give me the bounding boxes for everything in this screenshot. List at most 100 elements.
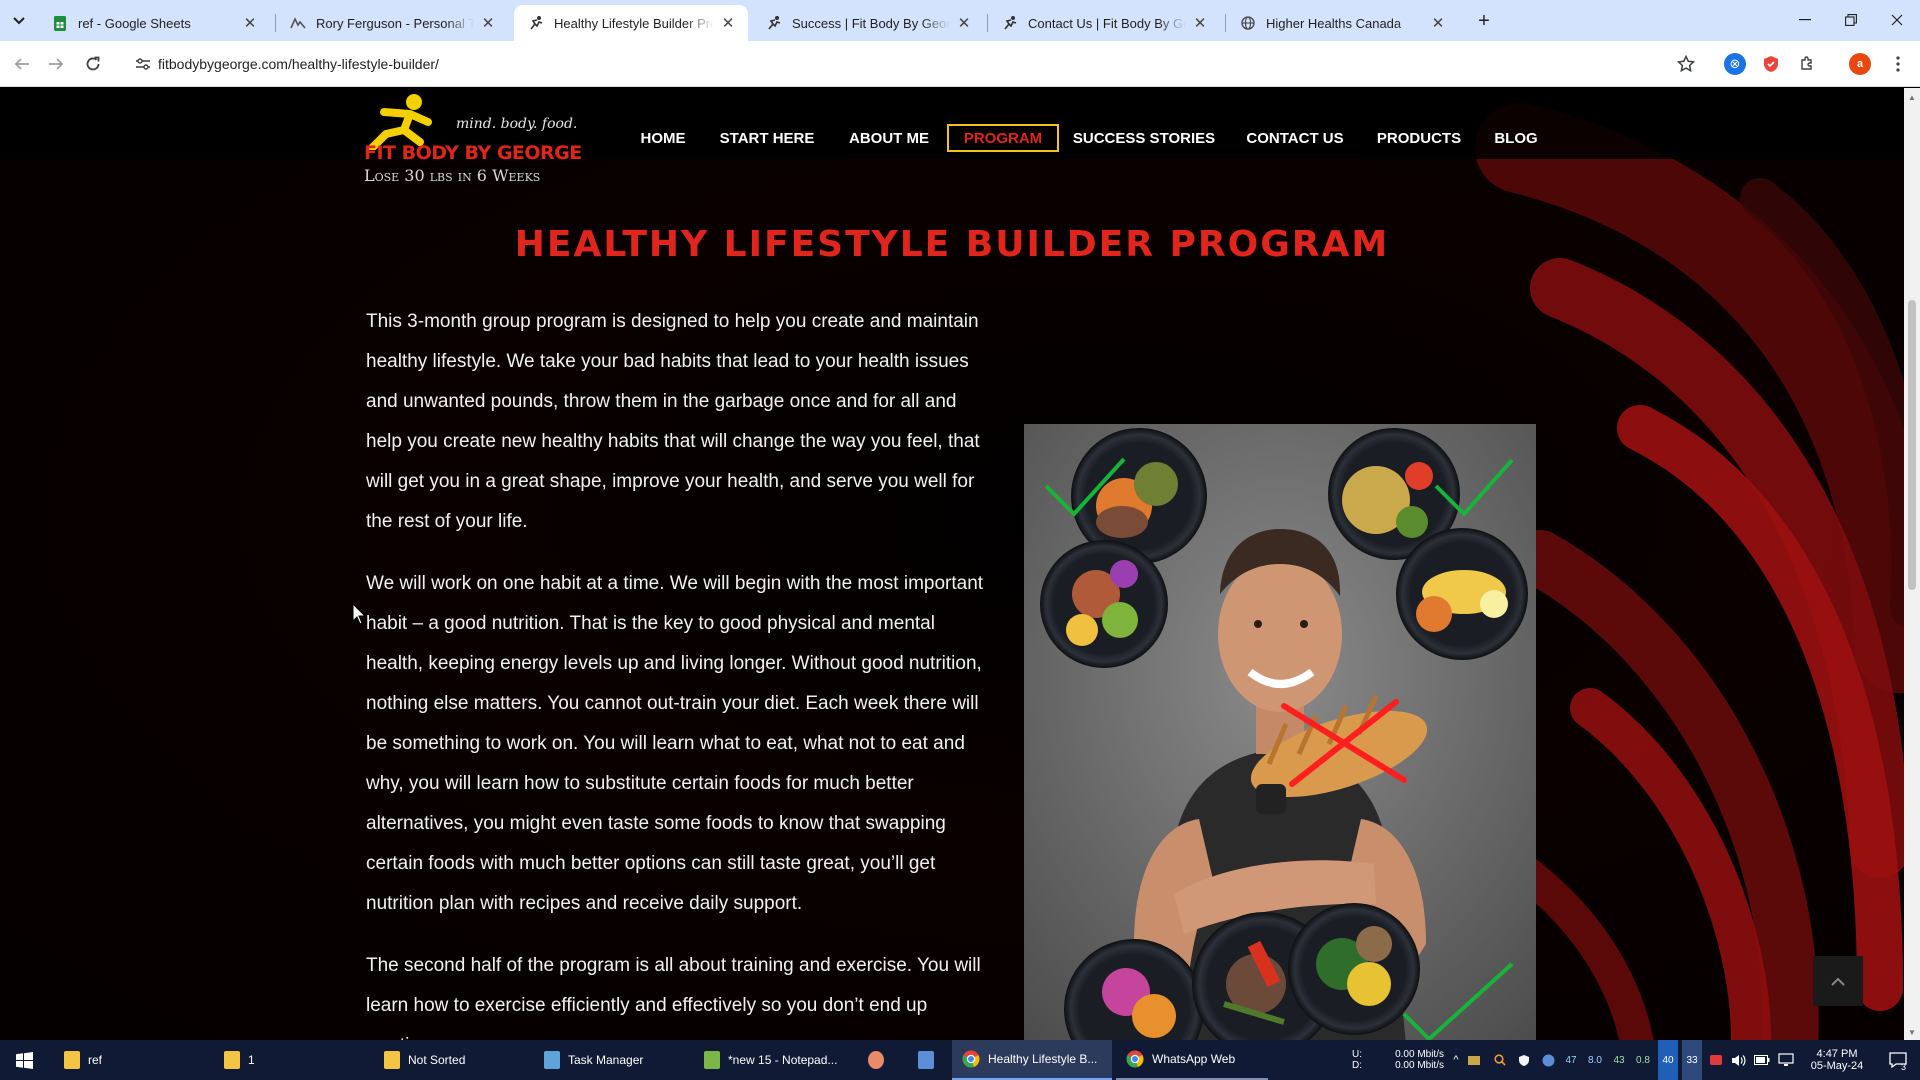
restore-button[interactable] <box>1828 2 1874 38</box>
scrollbar-thumb[interactable] <box>1908 300 1916 590</box>
net-up-label: U: <box>1352 1049 1362 1060</box>
tray-overflow-chevron-icon[interactable]: ^ <box>1448 1040 1464 1080</box>
nav-home[interactable]: HOME <box>638 124 688 152</box>
nav-products[interactable]: PRODUCTS <box>1377 124 1461 152</box>
extension-vpn-icon[interactable]: ⊗ <box>1724 53 1746 75</box>
notification-center-button[interactable]: 3 <box>1880 1040 1916 1080</box>
tray-badge-a[interactable]: 40 <box>1658 1040 1678 1080</box>
chrome-icon <box>962 1050 980 1068</box>
profile-avatar[interactable]: a <box>1849 53 1871 75</box>
fit-body-icon <box>1002 15 1018 31</box>
battery-icon[interactable] <box>1752 1040 1772 1080</box>
browser-menu-button[interactable] <box>1884 50 1912 78</box>
tab-success-fit-body[interactable]: Success | Fit Body By George | F ✕ <box>752 5 984 41</box>
start-button[interactable] <box>4 1040 44 1080</box>
tab-search-dropdown[interactable] <box>8 10 30 32</box>
tab-rory-ferguson[interactable]: Rory Ferguson - Personal Traini ✕ <box>276 5 508 41</box>
net-up-speed: 0.00 Mbit/s <box>1395 1049 1444 1060</box>
taskbar-item-notepad[interactable]: *new 15 - Notepad... <box>694 1040 854 1080</box>
tray-gpu-temp: 43 <box>1613 1054 1625 1066</box>
tray-cpu-temp: 47 <box>1565 1054 1577 1066</box>
reload-button[interactable] <box>79 50 107 78</box>
scroll-to-top-button[interactable] <box>1813 956 1863 1006</box>
extension-shield-icon[interactable] <box>1760 53 1782 75</box>
close-tab-icon[interactable]: ✕ <box>718 13 738 33</box>
paragraph-nutrition: We will work on one habit at a time. We … <box>366 573 984 914</box>
taskbar-item-whatsapp-web[interactable]: WhatsApp Web <box>1116 1040 1268 1080</box>
close-window-button[interactable] <box>1874 2 1920 38</box>
network-icon[interactable] <box>1776 1040 1796 1080</box>
taskbar-item-label: ref <box>88 1053 103 1067</box>
chrome-icon <box>1126 1050 1144 1068</box>
tray-security-icon[interactable] <box>1706 1040 1726 1080</box>
restore-icon <box>1845 14 1857 26</box>
chevron-up-icon <box>1831 977 1845 986</box>
reload-icon <box>86 56 100 71</box>
folder-icon <box>224 1051 240 1069</box>
tab-title: ref - Google Sheets <box>78 15 191 31</box>
taskbar-item-task-manager[interactable]: Task Manager <box>534 1040 694 1080</box>
close-tab-icon[interactable]: ✕ <box>954 13 974 33</box>
chevron-down-icon <box>13 17 25 25</box>
close-icon <box>1891 14 1903 26</box>
tray-vpn-icon[interactable] <box>1516 1040 1532 1080</box>
nav-program[interactable]: PROGRAM <box>947 124 1059 152</box>
extensions-puzzle-icon[interactable] <box>1796 53 1818 75</box>
tray-globe-icon[interactable] <box>1540 1040 1556 1080</box>
tab-contact-fit-body[interactable]: Contact Us | Fit Body By George ✕ <box>988 5 1220 41</box>
star-icon <box>1677 55 1695 73</box>
arrow-right-icon <box>49 58 64 70</box>
windows-logo-icon <box>16 1051 33 1069</box>
address-bar[interactable]: fitbodybygeorge.com/healthy-lifestyle-bu… <box>124 46 1690 82</box>
taskbar-item-app[interactable] <box>862 1040 892 1080</box>
close-tab-icon[interactable]: ✕ <box>1190 13 1210 33</box>
tray-badge-b[interactable]: 33 <box>1682 1040 1702 1080</box>
tab-title: Higher Healths Canada <box>1266 15 1402 31</box>
new-tab-button[interactable]: + <box>1470 8 1498 34</box>
taskbar-item-label: *new 15 - Notepad... <box>728 1053 838 1067</box>
fit-body-icon <box>766 15 782 31</box>
taskbar-item-label: Task Manager <box>568 1053 644 1067</box>
tray-app-icon[interactable] <box>1466 1040 1482 1080</box>
taskbar-item-document[interactable] <box>912 1040 942 1080</box>
nav-start-here[interactable]: START HERE <box>720 124 815 152</box>
bookmark-star-button[interactable] <box>1672 50 1700 78</box>
nav-about-me[interactable]: ABOUT ME <box>847 124 931 152</box>
program-hero-image <box>1024 424 1536 1040</box>
tab-higher-healths[interactable]: Higher Healths Canada ✕ <box>1226 5 1458 41</box>
taskbar-item-ref[interactable]: ref <box>54 1040 214 1080</box>
close-tab-icon[interactable]: ✕ <box>1428 13 1448 33</box>
windows-taskbar: ref 1 Not Sorted Task Manager *new 15 - … <box>0 1040 1920 1080</box>
scroll-down-arrow-icon[interactable]: ▼ <box>1904 1025 1920 1039</box>
back-button[interactable] <box>8 50 36 78</box>
site-info-icon[interactable] <box>134 55 152 73</box>
minimize-icon <box>1799 19 1811 21</box>
taskbar-item-chrome-healthy-lifestyle[interactable]: Healthy Lifestyle B... <box>952 1040 1112 1080</box>
taskbar-item-not-sorted[interactable]: Not Sorted <box>374 1040 534 1080</box>
nav-blog[interactable]: BLOG <box>1494 124 1538 152</box>
nav-contact-us[interactable]: CONTACT US <box>1246 124 1344 152</box>
taskbar-item-label: Healthy Lifestyle B... <box>988 1052 1098 1066</box>
tab-healthy-lifestyle-builder[interactable]: Healthy Lifestyle Builder Progra ✕ <box>514 5 748 41</box>
notepad-plus-icon <box>704 1051 720 1069</box>
nav-success-stories[interactable]: SUCCESS STORIES <box>1073 124 1215 152</box>
arrow-left-icon <box>14 58 29 70</box>
plus-icon: + <box>1478 9 1490 32</box>
tab-google-sheets[interactable]: ref - Google Sheets ✕ <box>38 5 270 41</box>
program-description: This 3-month group program is designed t… <box>366 302 986 1040</box>
volume-icon[interactable] <box>1728 1040 1748 1080</box>
taskbar-item-label: WhatsApp Web <box>1152 1052 1236 1066</box>
forward-button[interactable] <box>42 50 70 78</box>
tray-search-icon[interactable] <box>1492 1040 1508 1080</box>
scroll-up-arrow-icon[interactable]: ▲ <box>1904 90 1920 104</box>
close-tab-icon[interactable]: ✕ <box>240 13 260 33</box>
minimize-button[interactable] <box>1782 2 1828 38</box>
close-tab-icon[interactable]: ✕ <box>478 13 498 33</box>
browser-toolbar: fitbodybygeorge.com/healthy-lifestyle-bu… <box>0 41 1920 87</box>
tab-title: Healthy Lifestyle Builder Progra <box>554 15 714 31</box>
main-navigation: HOME START HERE ABOUT ME PROGRAM SUCCESS… <box>0 88 1904 159</box>
more-vertical-icon <box>1896 56 1900 72</box>
system-clock[interactable]: 4:47 PM 05-May-24 <box>1800 1040 1874 1080</box>
taskbar-item-1[interactable]: 1 <box>214 1040 374 1080</box>
page-viewport: mind. body. food. FIT BODY BY GEORGE Los… <box>0 88 1904 1040</box>
